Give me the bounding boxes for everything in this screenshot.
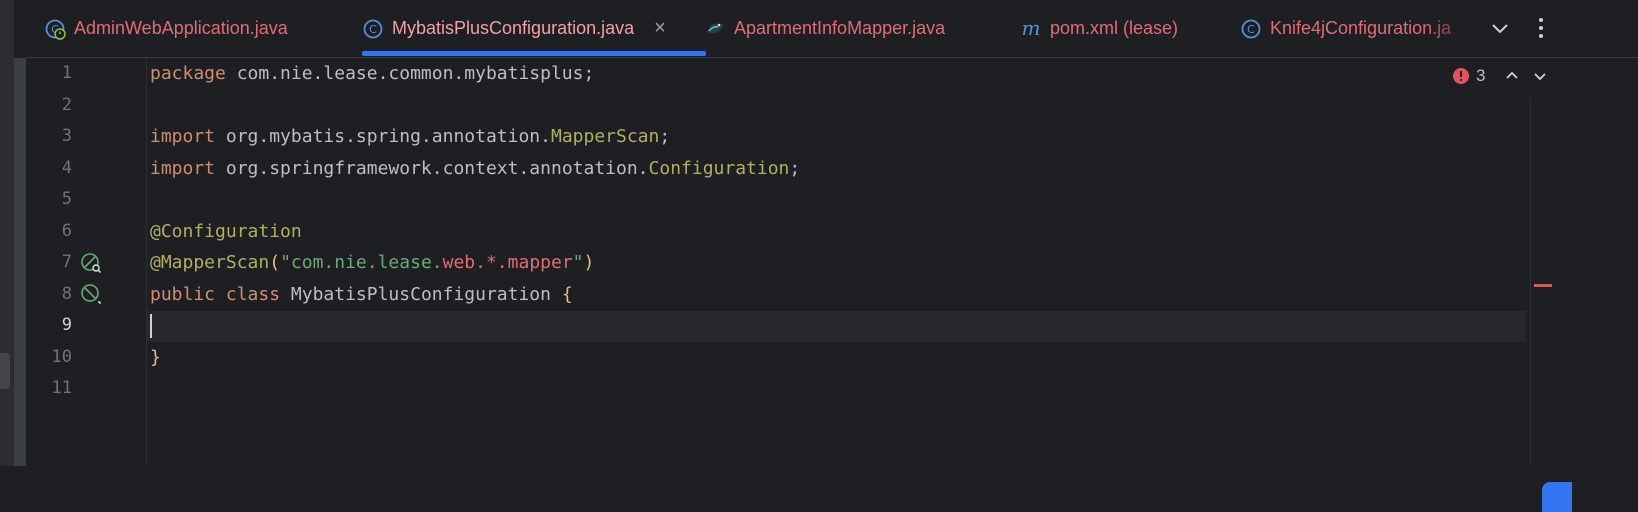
string-literal: "com.nie.lease. xyxy=(280,252,443,273)
tab-overflow-fade xyxy=(1421,0,1481,57)
line-number: 11 xyxy=(51,378,72,398)
error-icon xyxy=(1453,68,1469,84)
keyword: class xyxy=(225,283,281,305)
left-panel-divider xyxy=(14,58,26,466)
annotation: @MapperScan xyxy=(150,252,270,273)
tab-label: MybatisPlusConfiguration.java xyxy=(392,18,635,38)
editor-tab-bar: C AdminWebApplication.java C MybatisPlus… xyxy=(26,0,1638,58)
tab-label: pom.xml (lease) xyxy=(1050,18,1179,38)
chevron-down-icon[interactable] xyxy=(1488,16,1512,40)
string-literal-unresolved: web.*.mapper xyxy=(442,252,573,273)
line-number: 5 xyxy=(61,189,72,209)
gutter-separator xyxy=(146,58,147,466)
notification-corner[interactable] xyxy=(1542,482,1572,512)
paren: ( xyxy=(269,252,281,273)
string-literal: " xyxy=(572,252,584,273)
tab-pom-xml[interactable]: m pom.xml (lease) xyxy=(1020,0,1179,57)
line-number: 1 xyxy=(61,63,72,83)
current-line-highlight xyxy=(147,311,1526,342)
more-vertical-icon[interactable] xyxy=(1533,14,1549,42)
line-number-current: 9 xyxy=(61,315,72,335)
import-class: Configuration xyxy=(648,157,790,179)
chevron-up-icon[interactable] xyxy=(1501,65,1523,87)
tab-label: ApartmentInfoMapper.java xyxy=(734,18,946,38)
package-name: com.nie.lease.common.mybatisplus; xyxy=(225,63,595,84)
line-number: 6 xyxy=(61,220,72,241)
mybatis-mapper-icon xyxy=(704,18,726,40)
spring-bean-search-icon[interactable] xyxy=(80,252,102,274)
svg-text:C: C xyxy=(369,23,377,36)
close-icon[interactable]: × xyxy=(654,17,666,40)
code-line-8: public class MybatisPlusConfiguration { xyxy=(150,279,573,310)
chevron-down-icon[interactable] xyxy=(1529,65,1551,87)
code-line-7: @MapperScan("com.nie.lease.web.*.mapper"… xyxy=(150,247,594,278)
text-caret xyxy=(150,314,152,338)
spring-bean-icon[interactable] xyxy=(80,283,102,305)
import-package: org.springframework.context.annotation. xyxy=(215,157,649,179)
class-icon: C xyxy=(362,18,384,40)
line-number: 8 xyxy=(61,283,72,304)
spring-boot-class-icon: C xyxy=(44,18,66,40)
semicolon: ; xyxy=(659,126,671,147)
line-number: 3 xyxy=(61,126,72,146)
line-number: 10 xyxy=(51,346,72,367)
line-number-gutter: 1 2 3 4 5 6 7 8 9 10 11 xyxy=(26,58,146,466)
annotation: @Configuration xyxy=(150,220,302,242)
code-line-10: } xyxy=(150,342,161,373)
svg-text:m: m xyxy=(1022,18,1041,40)
tool-window-selected[interactable] xyxy=(0,353,10,389)
code-line-4: import org.springframework.context.annot… xyxy=(150,153,800,184)
keyword: import xyxy=(150,157,216,179)
brace: { xyxy=(561,283,573,305)
error-stripe-marker[interactable] xyxy=(1534,284,1552,287)
code-line-1: package com.nie.lease.common.mybatisplus… xyxy=(150,58,594,89)
tab-mybatis-plus-configuration[interactable]: C MybatisPlusConfiguration.java × xyxy=(362,0,666,57)
code-line-3: import org.mybatis.spring.annotation.Map… xyxy=(150,121,670,152)
import-class: MapperScan xyxy=(550,126,660,147)
keyword: package xyxy=(150,63,226,84)
active-tab-indicator xyxy=(362,51,706,56)
import-package: org.mybatis.spring.annotation. xyxy=(215,126,551,147)
vertical-scrollbar[interactable] xyxy=(1530,98,1531,466)
code-line-6: @Configuration xyxy=(150,216,302,247)
line-number: 4 xyxy=(61,157,72,178)
paren: ) xyxy=(583,252,595,273)
tab-apartment-info-mapper[interactable]: ApartmentInfoMapper.java xyxy=(704,0,945,57)
code-editor[interactable]: 1 2 3 4 5 6 7 8 9 10 11 package com.nie.… xyxy=(26,58,1638,512)
class-icon: C xyxy=(1240,18,1262,40)
left-tool-strip xyxy=(0,0,14,466)
line-number: 2 xyxy=(61,94,72,115)
error-count: 3 xyxy=(1476,66,1486,85)
semicolon: ; xyxy=(789,157,801,179)
brace: } xyxy=(150,346,161,368)
line-number: 7 xyxy=(61,252,72,272)
class-name: MybatisPlusConfiguration xyxy=(280,283,562,305)
tab-label: AdminWebApplication.java xyxy=(74,18,288,38)
inspections-widget[interactable]: 3 xyxy=(1452,64,1551,88)
keyword: import xyxy=(150,126,216,147)
svg-text:C: C xyxy=(1247,23,1255,36)
maven-icon: m xyxy=(1020,18,1042,40)
keyword: public xyxy=(150,283,216,305)
tab-admin-web-application[interactable]: C AdminWebApplication.java xyxy=(44,0,288,57)
